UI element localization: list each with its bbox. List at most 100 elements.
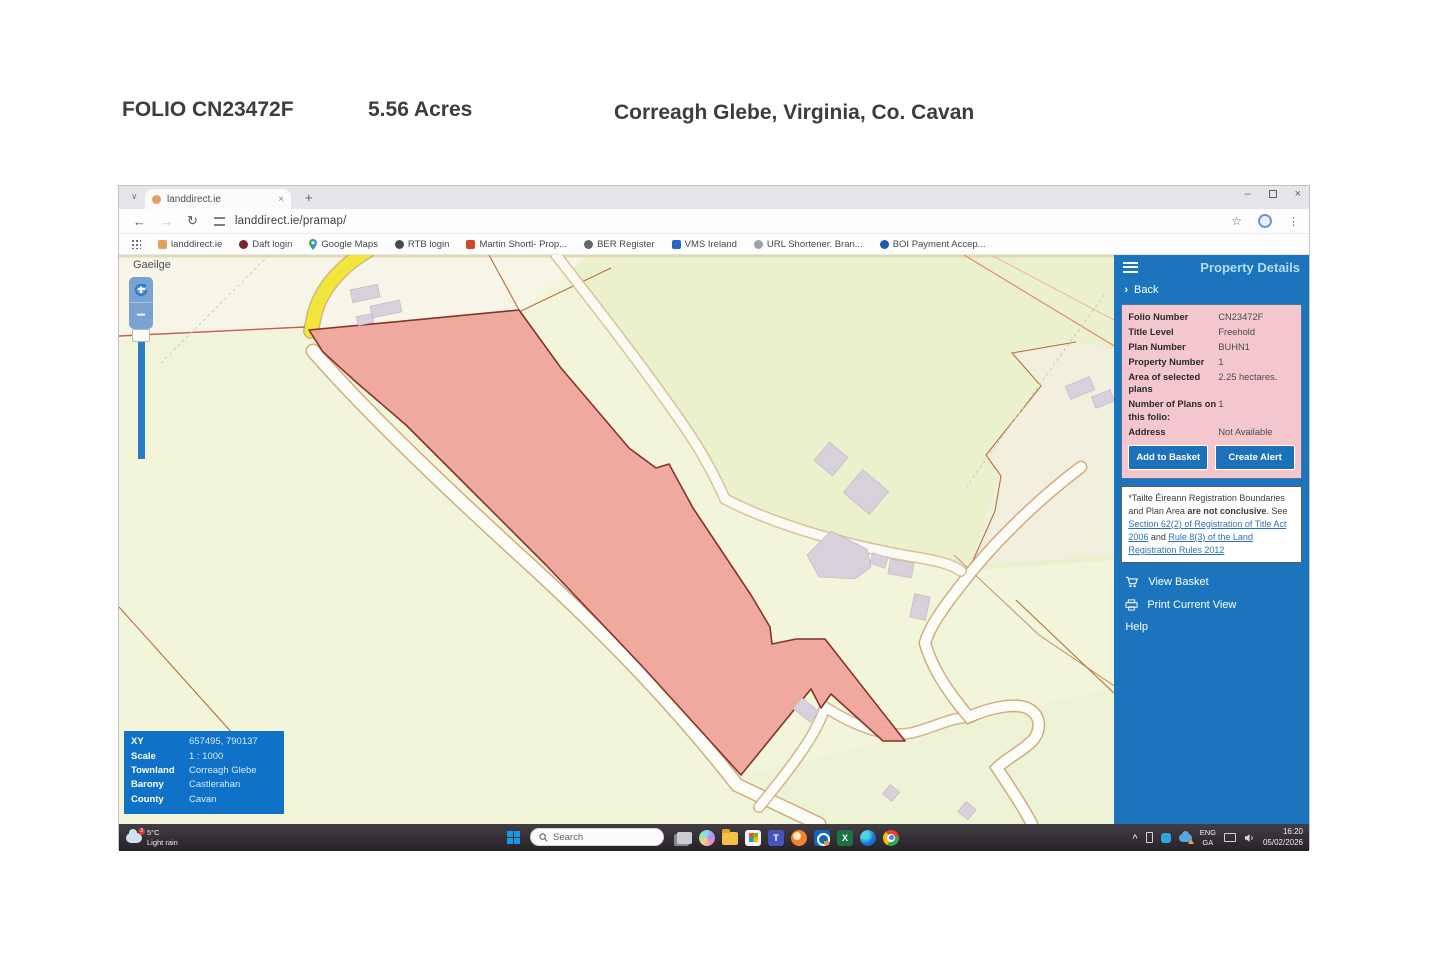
copilot-icon[interactable] — [699, 830, 715, 846]
create-alert-button[interactable]: Create Alert — [1215, 445, 1295, 470]
ber-icon — [584, 240, 593, 249]
add-to-basket-button[interactable]: Add to Basket — [1128, 445, 1208, 470]
bookmark-star-icon[interactable]: ☆ — [1231, 214, 1242, 228]
url-field[interactable]: landdirect.ie/pramap/ — [235, 215, 347, 227]
boi-icon — [880, 240, 889, 249]
language-toggle-gaeilge[interactable]: Gaeilge — [133, 259, 171, 271]
map-pin-icon — [309, 239, 317, 250]
map-coordinates-box: XY657495, 790137 Scale1 : 1000 TownlandC… — [124, 731, 284, 814]
bookmark-rtb-login[interactable]: RTB login — [395, 239, 450, 250]
detail-row: Title LevelFreehold — [1128, 326, 1295, 338]
property-details-panel: Property Details ›Back Folio NumberCN234… — [1114, 255, 1309, 824]
back-link[interactable]: ›Back — [1114, 279, 1309, 299]
vms-icon — [672, 240, 681, 249]
boundaries-disclaimer: *Tailte Éireann Registration Boundaries … — [1121, 486, 1302, 563]
folio-details-card: Folio NumberCN23472F Title LevelFreehold… — [1121, 304, 1302, 479]
weather-condition: Light rain — [147, 838, 178, 847]
map-zoom-control: + − — [129, 277, 153, 459]
chrome-icon[interactable] — [883, 830, 899, 846]
back-chevron-icon: › — [1124, 284, 1128, 296]
edge-icon[interactable] — [860, 830, 876, 846]
tab-title: landdirect.ie — [167, 194, 272, 205]
map-refresh-icon[interactable] — [133, 282, 149, 298]
volume-icon[interactable] — [1244, 833, 1255, 843]
bookmark-martin-shortl[interactable]: Martin Shortl- Prop... — [466, 239, 567, 250]
tab-strip: ∨ landdirect.ie × + – × — [119, 186, 1309, 209]
task-view-icon[interactable] — [677, 832, 692, 844]
forward-button[interactable]: → — [160, 214, 173, 229]
map-viewport[interactable]: Gaeilge + − XY657495, 790137 Scale1 : 10… — [119, 255, 1114, 824]
print-current-view-link[interactable]: Print Current View — [1114, 593, 1309, 616]
bookmark-google-maps[interactable]: Google Maps — [309, 239, 378, 250]
help-link[interactable]: Help — [1114, 616, 1309, 638]
reload-button[interactable]: ↻ — [187, 213, 198, 229]
display-pen-icon[interactable] — [1224, 833, 1236, 842]
info-row-county: CountyCavan — [131, 794, 277, 806]
detail-row: Plan NumberBUHN1 — [1128, 341, 1295, 353]
zoom-slider-track[interactable] — [138, 342, 145, 459]
url-shortener-icon — [754, 240, 763, 249]
detail-row: Number of Plans on this folio:1 — [1128, 398, 1295, 422]
tab-search-chevron-icon[interactable]: ∨ — [131, 191, 138, 202]
zoom-out-button[interactable]: − — [129, 303, 153, 329]
document-heading: FOLIO CN23472F 5.56 Acres Correagh Glebe… — [0, 98, 1440, 134]
bookmark-ber-register[interactable]: BER Register — [584, 239, 655, 250]
panel-menu-icon[interactable] — [1123, 259, 1138, 275]
onedrive-warning-icon — [1188, 839, 1194, 844]
weather-temp: 5°C — [147, 828, 160, 837]
zoom-slider-thumb[interactable] — [132, 329, 150, 342]
taskbar-search[interactable]: Search — [530, 828, 664, 846]
detail-row: Area of selected plans2.25 hectares. — [1128, 371, 1295, 395]
start-button[interactable] — [507, 831, 520, 844]
windows-taskbar: 3 5°CLight rain Search T X ^ ENGGA — [119, 824, 1309, 851]
daft-icon — [239, 240, 248, 249]
site-favicon-icon — [152, 195, 161, 204]
outlook-icon[interactable] — [814, 830, 830, 846]
info-row-scale: Scale1 : 1000 — [131, 751, 277, 763]
phone-link-icon[interactable] — [1146, 832, 1153, 843]
window-minimize-button[interactable]: – — [1244, 188, 1250, 200]
browser-menu-icon[interactable]: ⋮ — [1288, 215, 1299, 228]
language-indicator[interactable]: ENGGA — [1200, 828, 1216, 848]
tab-close-icon[interactable]: × — [278, 194, 284, 205]
new-tab-button[interactable]: + — [305, 190, 313, 205]
onedrive-icon[interactable] — [1179, 834, 1192, 842]
address-heading: Correagh Glebe, Virginia, Co. Cavan — [614, 101, 974, 125]
rtb-icon — [395, 240, 404, 249]
acreage-heading: 5.56 Acres — [368, 98, 472, 122]
printer-icon — [1125, 599, 1138, 611]
bookmark-daft-login[interactable]: Daft login — [239, 239, 292, 250]
bookmark-landdirect[interactable]: landdirect.ie — [158, 239, 222, 250]
window-close-button[interactable]: × — [1295, 188, 1301, 200]
basket-icon — [1125, 576, 1139, 588]
file-explorer-icon[interactable] — [722, 832, 738, 845]
bookmark-boi-payment[interactable]: BOI Payment Accep... — [880, 239, 986, 250]
search-icon — [539, 833, 548, 842]
browser-screenshot: ∨ landdirect.ie × + – × ← → ↻ landdirect… — [118, 185, 1310, 850]
microsoft-store-icon[interactable] — [745, 830, 761, 846]
detail-row: Folio NumberCN23472F — [1128, 311, 1295, 323]
teams-icon[interactable]: T — [768, 830, 784, 846]
tray-app-icon[interactable] — [1161, 833, 1171, 843]
firefox-icon[interactable] — [791, 830, 807, 846]
back-button[interactable]: ← — [133, 214, 146, 229]
view-basket-link[interactable]: View Basket — [1114, 570, 1309, 593]
bookmark-vms-ireland[interactable]: VMS Ireland — [672, 239, 737, 250]
window-restore-button[interactable] — [1269, 190, 1277, 198]
detail-row: AddressNot Available — [1128, 426, 1295, 438]
bookmark-url-shortener[interactable]: URL Shortener. Bran... — [754, 239, 863, 250]
profile-avatar[interactable] — [1258, 214, 1272, 228]
landdirect-icon — [158, 240, 167, 249]
browser-tab[interactable]: landdirect.ie × — [145, 189, 291, 209]
apps-grid-icon[interactable] — [131, 239, 141, 249]
tray-overflow-chevron[interactable]: ^ — [1132, 833, 1137, 843]
martin-shortl-icon — [466, 240, 475, 249]
excel-icon[interactable]: X — [837, 830, 853, 846]
panel-title: Property Details — [1200, 260, 1300, 275]
weather-cloud-icon: 3 — [126, 833, 142, 843]
info-row-townland: TownlandCorreagh Glebe — [131, 765, 277, 777]
site-info-icon[interactable] — [214, 217, 225, 226]
weather-widget[interactable]: 3 5°CLight rain — [126, 828, 178, 848]
taskbar-clock[interactable]: 16:2005/02/2026 — [1263, 827, 1303, 849]
bookmarks-bar: landdirect.ie Daft login Google Maps RTB… — [119, 234, 1309, 255]
